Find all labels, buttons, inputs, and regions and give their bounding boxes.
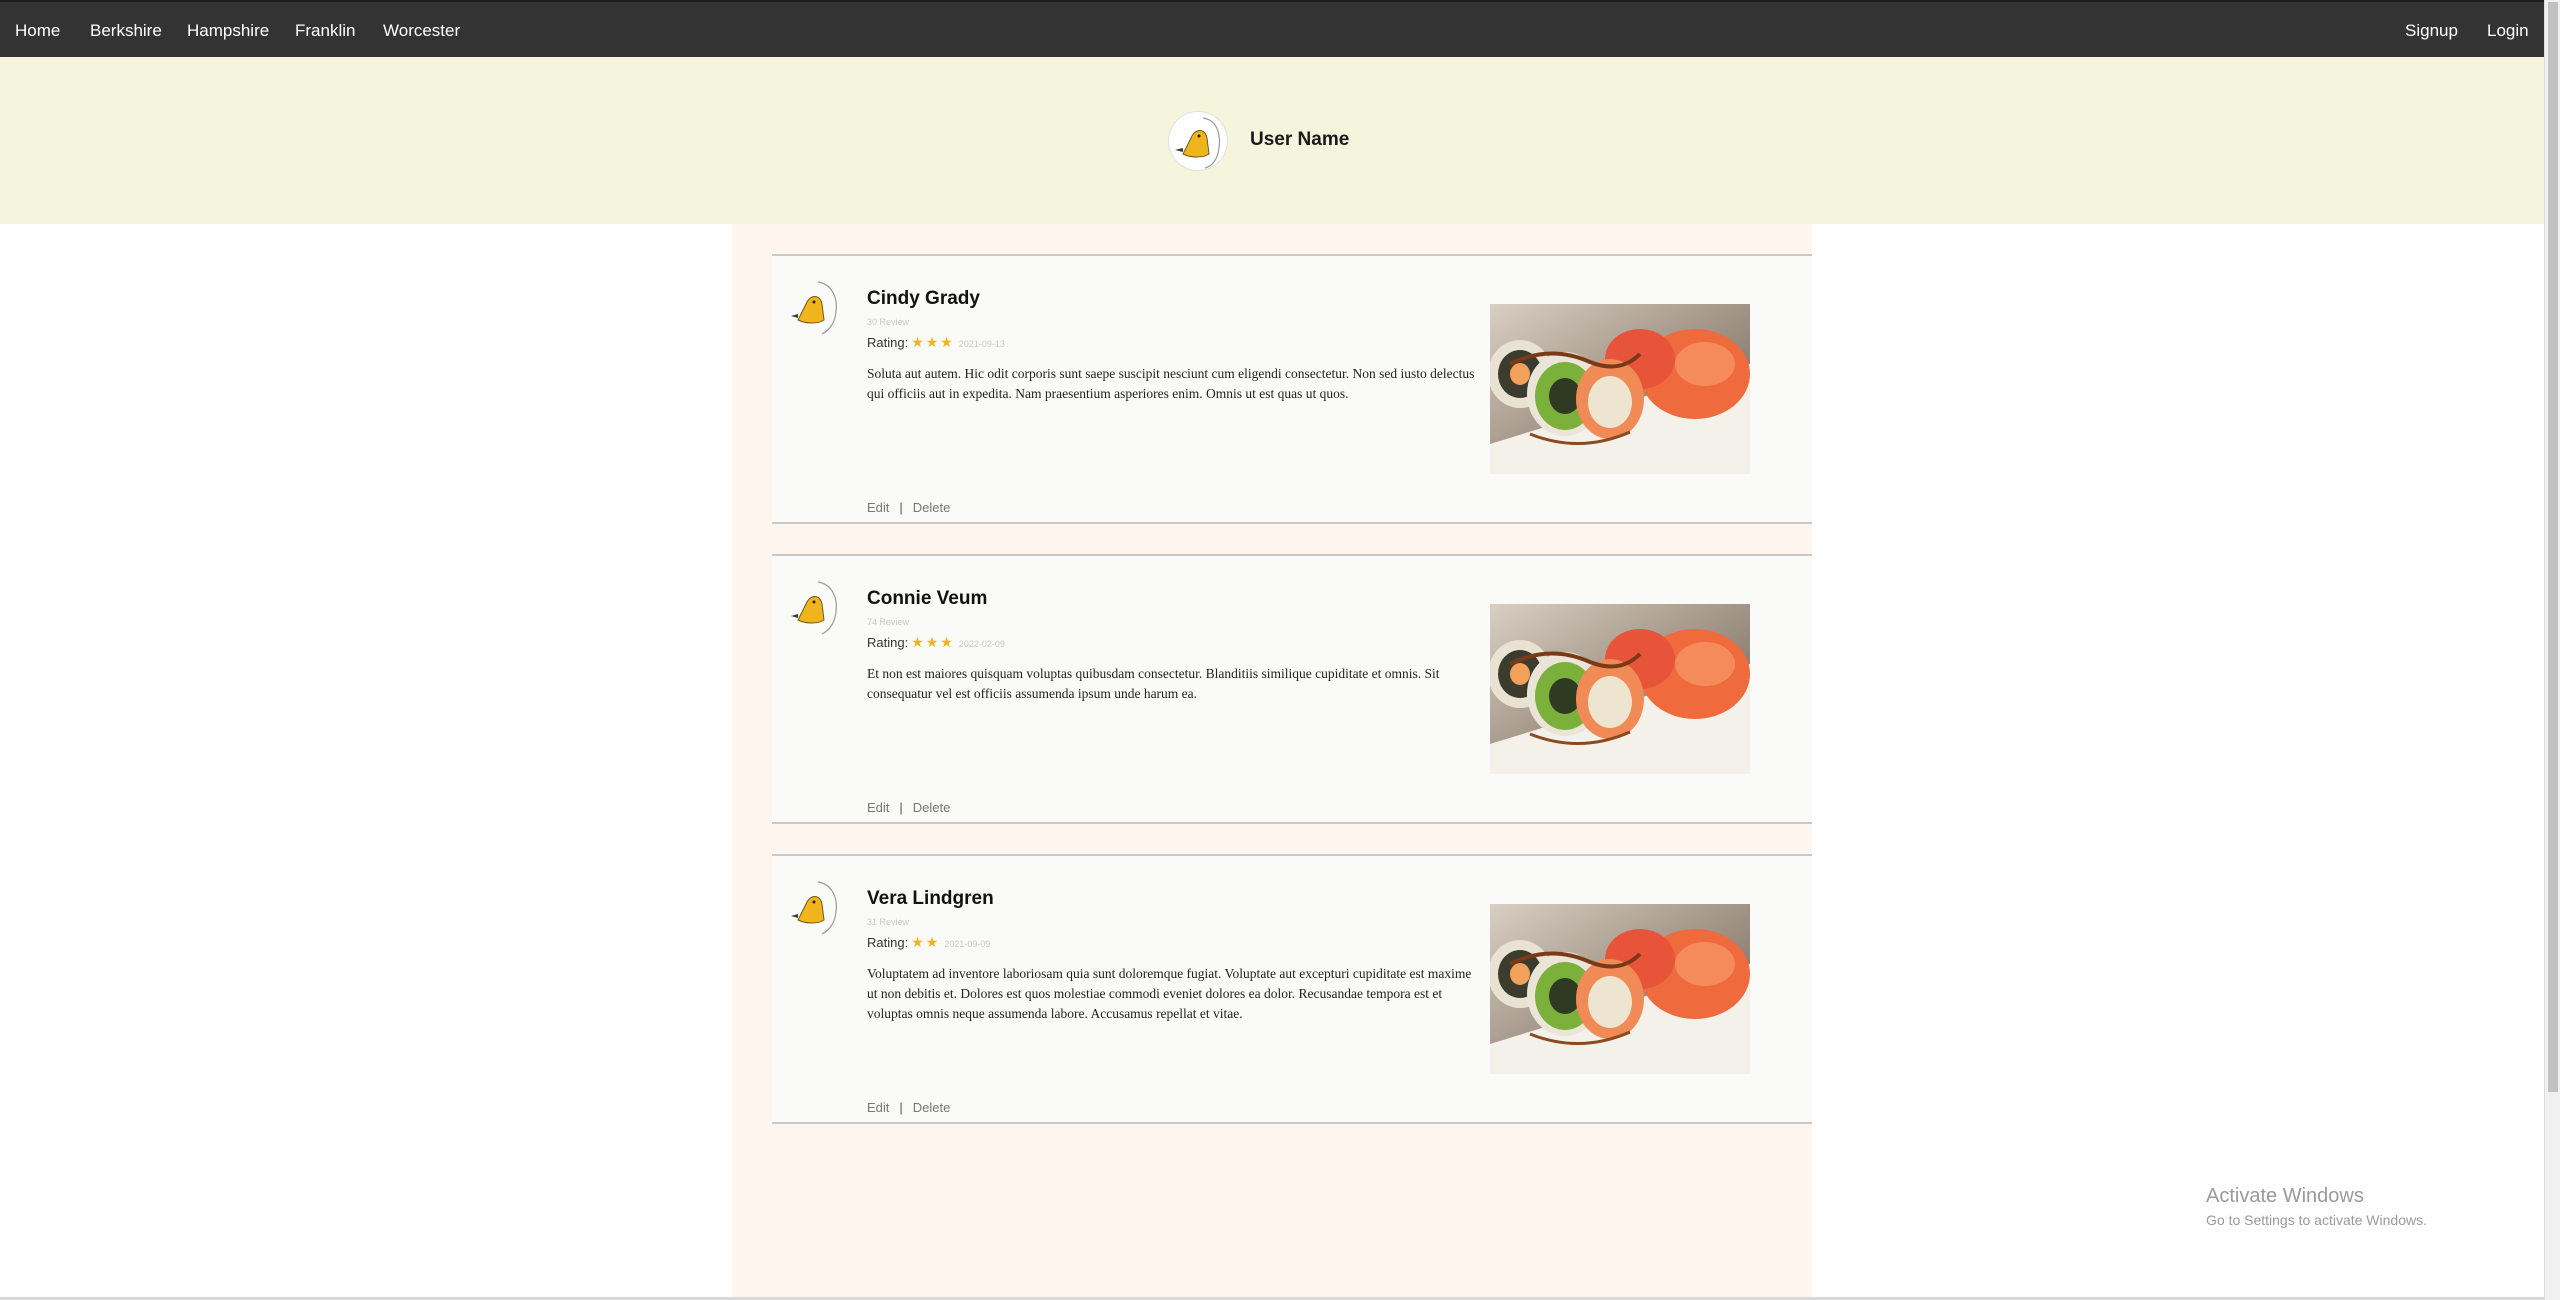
reviewer-name[interactable]: Cindy Grady: [867, 288, 980, 310]
review-date: 2022-02-09: [958, 639, 1005, 649]
review-text: Voluptatem ad inventore laboriosam quia …: [867, 966, 1472, 1021]
action-separator: |: [899, 500, 903, 515]
star-rating-icon: ★★★: [911, 334, 955, 350]
rating-row: Rating: ★★★ 2021-09-13: [867, 334, 1005, 351]
edit-link[interactable]: Edit: [867, 1100, 889, 1115]
vertical-scrollbar[interactable]: [2544, 0, 2560, 1300]
duck-avatar-icon: [790, 878, 844, 938]
sushi-photo: [1490, 604, 1750, 774]
scrollbar-thumb[interactable]: [2548, 2, 2558, 1092]
activate-windows-watermark: Activate Windows Go to Settings to activ…: [2206, 1185, 2427, 1228]
nav-link-signup[interactable]: Signup: [2405, 2, 2458, 59]
star-rating-icon: ★★: [911, 934, 941, 950]
review-date: 2021-09-13: [958, 339, 1005, 349]
review-count: 31 Review: [867, 917, 910, 927]
rating-label: Rating:: [867, 935, 909, 950]
profile-header: User Name: [0, 57, 2544, 224]
profile-user-name: User Name: [1250, 129, 1350, 150]
top-nav: Home Berkshire Hampshire Franklin Worces…: [0, 0, 2544, 57]
action-separator: |: [899, 800, 903, 815]
edit-link[interactable]: Edit: [867, 800, 889, 815]
review-card: Cindy Grady 30 Review Rating: ★★★ 2021-09-…: [772, 254, 1812, 524]
review-text: Et non est maiores quisquam voluptas qui…: [867, 666, 1440, 701]
review-actions: Edit | Delete: [867, 800, 950, 815]
action-separator: |: [899, 1100, 903, 1115]
review-text: Soluta aut autem. Hic odit corporis sunt…: [867, 366, 1475, 401]
review-count: 30 Review: [867, 317, 910, 327]
watermark-title: Activate Windows: [2206, 1185, 2364, 1207]
review-actions: Edit | Delete: [867, 1100, 950, 1115]
review-count: 74 Review: [867, 617, 910, 627]
review-actions: Edit | Delete: [867, 500, 950, 515]
delete-link[interactable]: Delete: [913, 1100, 951, 1115]
star-rating-icon: ★★★: [911, 634, 955, 650]
reviewer-name[interactable]: Vera Lindgren: [867, 888, 994, 910]
review-date: 2021-09-09: [944, 939, 991, 949]
review-card: Connie Veum 74 Review Rating: ★★★ 2022-02-…: [772, 554, 1812, 824]
review-card: Vera Lindgren 31 Review Rating: ★★ 2021-09…: [772, 854, 1812, 1124]
nav-link-berkshire[interactable]: Berkshire: [90, 2, 162, 59]
reviews-column: Cindy Grady 30 Review Rating: ★★★ 2021-09-…: [732, 224, 1812, 1300]
watermark-subtitle: Go to Settings to activate Windows.: [2206, 1212, 2427, 1228]
duck-avatar-icon: [1168, 111, 1228, 171]
rating-row: Rating: ★★★ 2022-02-09: [867, 634, 1005, 651]
duck-avatar-icon: [790, 278, 844, 338]
nav-link-worcester[interactable]: Worcester: [383, 2, 460, 59]
sushi-photo: [1490, 904, 1750, 1074]
nav-link-home[interactable]: Home: [15, 2, 60, 59]
rating-label: Rating:: [867, 635, 909, 650]
nav-link-franklin[interactable]: Franklin: [295, 2, 355, 59]
nav-link-login[interactable]: Login: [2487, 2, 2529, 59]
sushi-photo: [1490, 304, 1750, 474]
delete-link[interactable]: Delete: [913, 500, 951, 515]
delete-link[interactable]: Delete: [913, 800, 951, 815]
nav-link-hampshire[interactable]: Hampshire: [187, 2, 269, 59]
duck-avatar-icon: [790, 578, 844, 638]
rating-row: Rating: ★★ 2021-09-09: [867, 934, 990, 951]
reviewer-name[interactable]: Connie Veum: [867, 588, 987, 610]
rating-label: Rating:: [867, 335, 909, 350]
edit-link[interactable]: Edit: [867, 500, 889, 515]
